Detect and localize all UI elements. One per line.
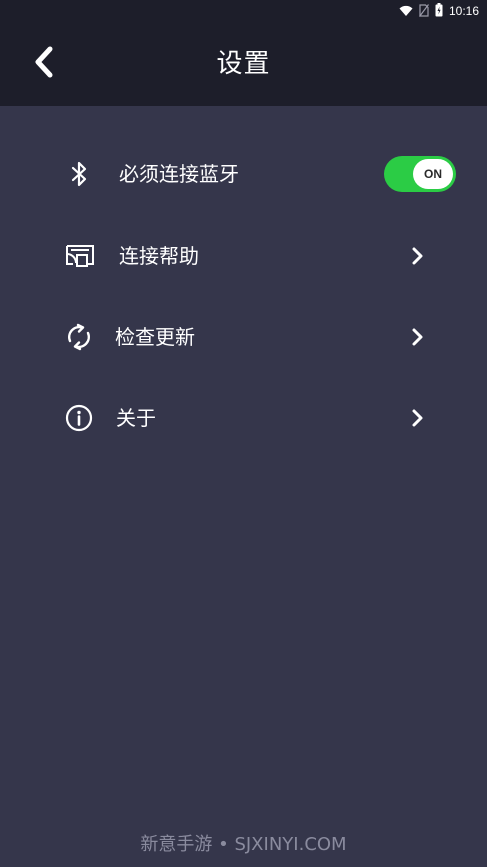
screen-cast-icon [64, 240, 96, 272]
setting-label-bluetooth: 必须连接蓝牙 [119, 162, 239, 186]
header-bar: 设置 [0, 22, 487, 106]
chevron-right-icon [406, 245, 428, 267]
setting-row-about[interactable]: 关于 [0, 378, 487, 458]
bluetooth-icon [64, 158, 96, 190]
chevron-right-icon [406, 407, 428, 429]
status-time: 10:16 [448, 4, 479, 18]
watermark-text: 新意手游 • SJXINYI.COM [140, 834, 347, 855]
refresh-icon [63, 321, 95, 353]
setting-row-bluetooth[interactable]: 必须连接蓝牙 ON [0, 134, 487, 214]
page-title: 设置 [216, 49, 271, 79]
setting-row-connection-help[interactable]: 连接帮助 [0, 216, 487, 296]
toggle-state-text: ON [424, 167, 442, 181]
status-bar: 10:16 [0, 0, 487, 22]
wifi-icon [399, 2, 413, 21]
info-icon [63, 402, 95, 434]
bluetooth-toggle[interactable]: ON [384, 156, 456, 192]
toggle-knob: ON [413, 159, 453, 189]
no-sim-icon [418, 2, 429, 21]
battery-icon [435, 2, 443, 21]
status-icons: 10:16 [399, 2, 479, 21]
setting-label-connection-help: 连接帮助 [119, 244, 199, 268]
setting-label-check-update: 检查更新 [115, 325, 195, 349]
setting-label-about: 关于 [116, 406, 156, 430]
chevron-right-icon [406, 326, 428, 348]
setting-row-check-update[interactable]: 检查更新 [0, 297, 487, 377]
